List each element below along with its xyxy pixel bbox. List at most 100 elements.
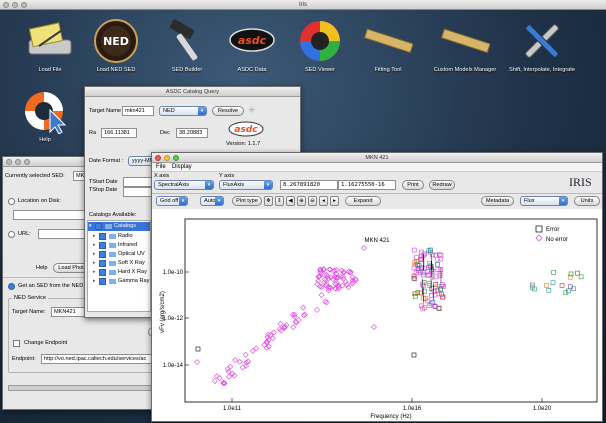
plot-type-button[interactable]: Plot type (232, 196, 262, 206)
close-button[interactable] (155, 155, 161, 161)
chart-title: MKN 421 (364, 238, 390, 244)
divider (3, 277, 89, 278)
sed-plot[interactable]: 1.0e11 1.0e16 1.0e201.0e-101.0e-121.0e-14 … (152, 209, 602, 421)
flux-value: Flux (524, 198, 535, 204)
metadata-button[interactable]: Metadata (481, 196, 514, 206)
ned-service-label: NED Service (12, 295, 49, 301)
folder-icon (109, 252, 116, 257)
zoom-out-icon[interactable]: ⊖ (308, 196, 317, 206)
color-wheel-icon (300, 21, 340, 61)
help-label: Help (36, 265, 48, 271)
radio-checkbox[interactable] (99, 233, 106, 240)
tstop-input[interactable] (123, 187, 153, 197)
step-back-icon[interactable]: ◂ (319, 196, 328, 206)
flux-select[interactable]: Flux ▾ (520, 196, 568, 206)
redraw-button[interactable]: Redraw (429, 180, 455, 190)
soft-x-ray-checkbox[interactable] (99, 260, 106, 267)
x-axis-select[interactable]: SpectralAxis ▾ (154, 180, 214, 190)
y-tick-label: 1.0e-14 (163, 363, 184, 369)
url-input[interactable] (38, 229, 89, 239)
y-axis-select[interactable]: FluxAxis ▾ (219, 180, 273, 190)
tstop-label: TStop Date (89, 187, 118, 193)
catalog-node-label[interactable]: Infrared (118, 242, 137, 248)
ra-label: Ra (89, 130, 97, 136)
catalog-node-label[interactable]: Radio (118, 233, 133, 239)
viewer-titlebar: MKN 421 (152, 153, 602, 163)
asdc-logo-icon: asdc (229, 28, 275, 52)
resolver-value: NED (163, 108, 175, 114)
change-endpoint-checkbox[interactable] (13, 340, 20, 347)
resolver-select[interactable]: NED ▾ (159, 106, 207, 116)
fitting-tool-label: Fitting Tool (374, 67, 402, 73)
get-sed-radio[interactable] (8, 283, 15, 290)
tstart-label: TStart Date (89, 179, 118, 185)
catalog-node-label[interactable]: Hard X Ray (118, 269, 147, 275)
disclosure-triangle-icon[interactable]: ▾ (89, 223, 92, 229)
zoom-button[interactable] (24, 159, 30, 165)
chevron-down-icon: ▾ (215, 197, 223, 205)
expand-button[interactable]: Expand (345, 196, 381, 206)
catalog-node-label[interactable]: Optical UV (118, 251, 145, 257)
asdc-titlebar: ASDC Catalog Query (85, 87, 300, 97)
custom-models-manager-label: Custom Models Manager (433, 67, 497, 73)
zoom-button[interactable] (173, 155, 179, 161)
zoom-in-icon[interactable]: ⊕ (297, 196, 306, 206)
hard-x-ray-checkbox[interactable] (99, 269, 106, 276)
target-name-input[interactable]: mkn421 (122, 106, 154, 116)
fitting-tool-tool[interactable]: Fitting Tool (348, 14, 428, 80)
url-radio[interactable] (8, 231, 15, 238)
help-tool[interactable]: Help (5, 84, 85, 150)
catalogs-checkbox[interactable] (95, 223, 102, 230)
arrow-left-icon[interactable]: ◀ (286, 196, 295, 206)
pan-icon[interactable]: ✥ (264, 196, 273, 206)
ra-input[interactable]: 166.11381 (101, 128, 137, 138)
catalog-node-label[interactable]: Soft X Ray (118, 260, 145, 266)
x-tick-label: 1.0e20 (533, 406, 552, 412)
disclosure-triangle-icon[interactable]: ▸ (93, 269, 96, 275)
minimize-button[interactable] (12, 2, 18, 8)
tstart-input[interactable] (123, 177, 153, 187)
disclosure-triangle-icon[interactable]: ▸ (93, 260, 96, 266)
disclosure-triangle-icon[interactable]: ▸ (93, 242, 96, 248)
folder-icon (109, 261, 116, 266)
infrared-checkbox[interactable] (99, 242, 106, 249)
zoom-button[interactable] (21, 2, 27, 8)
auto-select[interactable]: Auto ▾ (200, 196, 224, 206)
menu-display[interactable]: Display (172, 164, 192, 170)
step-forward-icon[interactable]: ▸ (330, 196, 339, 206)
asdc-logo-text: asdc (234, 125, 258, 135)
grid-select[interactable]: Grid off ▾ (156, 196, 188, 206)
catalog-node-label[interactable]: Catalogs (114, 223, 136, 229)
gamma-ray-checkbox[interactable] (99, 278, 106, 285)
disclosure-triangle-icon[interactable]: ▸ (93, 278, 96, 284)
arrows-vertical-icon[interactable]: ⇕ (275, 196, 284, 206)
minimize-button[interactable] (15, 159, 21, 165)
custom-models-manager-tool[interactable]: Custom Models Manager (425, 14, 505, 80)
minimize-button[interactable] (164, 155, 170, 161)
print-button[interactable]: Print (402, 180, 424, 190)
chevron-down-icon: ▾ (205, 181, 213, 189)
location-radio[interactable] (8, 198, 15, 205)
dec-input[interactable]: 38.20883 (176, 128, 208, 138)
disclosure-triangle-icon[interactable]: ▸ (93, 251, 96, 257)
grid-value: Grid off (160, 198, 179, 204)
x-axis-title: Frequency (Hz) (370, 414, 411, 420)
close-button[interactable] (6, 159, 12, 165)
get-sed-label: Get an SED from the NED (18, 283, 84, 289)
iris-logo: IRIS (569, 175, 592, 189)
load-ned-sed-tool[interactable]: NED Load NED SED (76, 14, 156, 80)
ned-logo-text: NED (103, 35, 129, 48)
close-button[interactable] (3, 2, 9, 8)
catalog-node-label[interactable]: Gamma Ray (118, 278, 149, 284)
location-input[interactable] (13, 210, 89, 220)
target-name-label: Target Name: (12, 309, 46, 315)
menu-file[interactable]: File (156, 164, 166, 170)
resolve-button[interactable]: Resolve (212, 106, 244, 116)
current-sed-label: Currently selected SED: (5, 173, 65, 179)
dec-label: Dec (160, 130, 170, 136)
units-button[interactable]: Units (574, 196, 600, 206)
x-axis-value: SpectralAxis (158, 182, 190, 188)
optical-uv-checkbox[interactable] (99, 251, 106, 258)
shift-interpolate-tool[interactable]: Shift, Interpolate, Integrate (497, 14, 587, 80)
disclosure-triangle-icon[interactable]: ▸ (93, 233, 96, 239)
